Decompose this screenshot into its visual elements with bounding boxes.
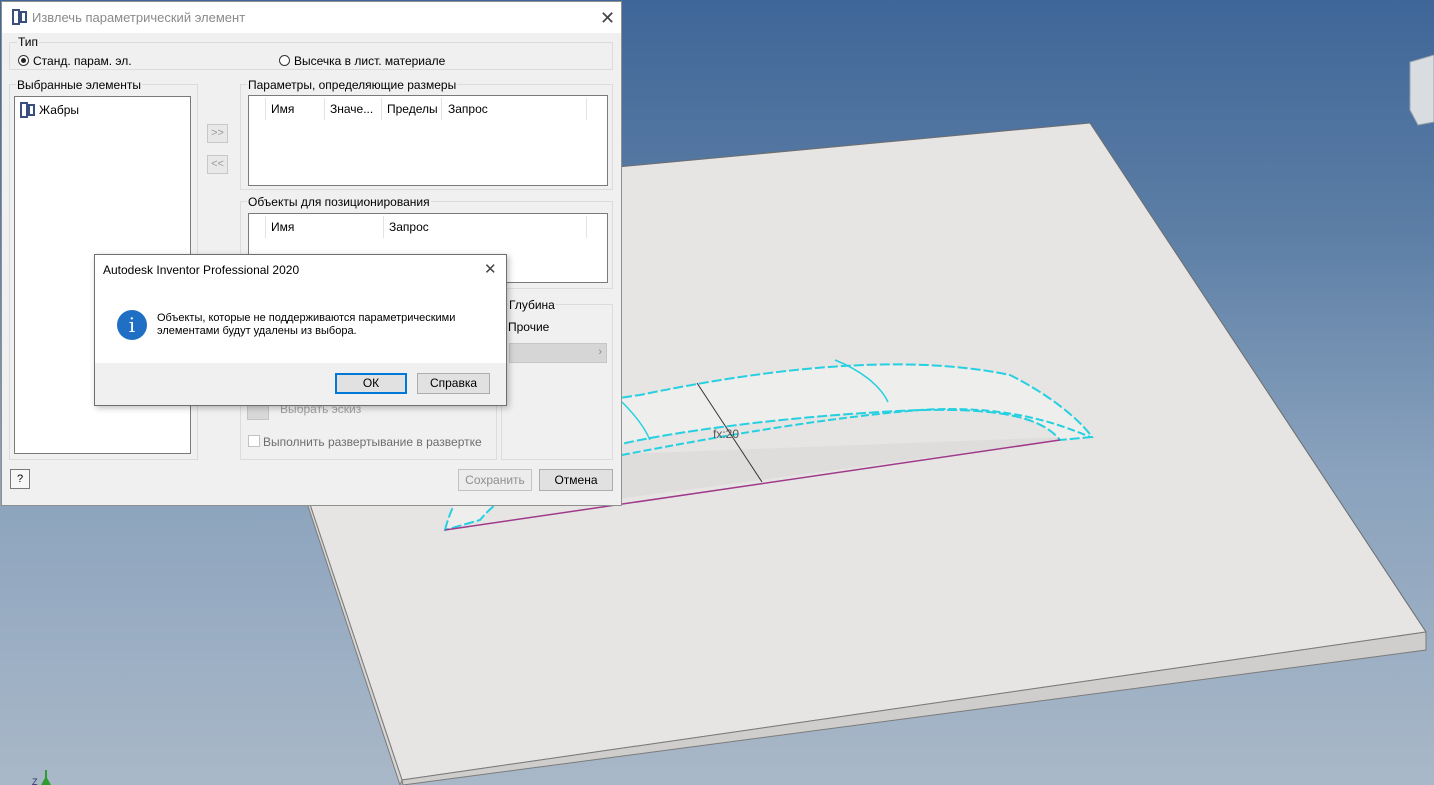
radio-punch[interactable]	[279, 55, 290, 66]
message-box-title: Autodesk Inventor Professional 2020	[103, 263, 300, 277]
message-line-2: элементами будут удалены из выбора.	[157, 325, 357, 337]
axis-triad-icon	[41, 776, 51, 785]
depth-select[interactable]: ›	[509, 343, 607, 363]
positioning-label: Объекты для позиционирования	[247, 195, 431, 209]
unfold-checkbox[interactable]	[248, 435, 260, 447]
column-separator	[383, 216, 384, 238]
radio-standard-label[interactable]: Станд. парам. эл.	[33, 54, 132, 68]
dimension-label[interactable]: fx:20	[713, 427, 739, 441]
cancel-button[interactable]: Отмена	[539, 469, 613, 491]
view-cube[interactable]	[1409, 54, 1434, 126]
ok-button[interactable]: ОК	[335, 373, 407, 394]
column-header-prompt[interactable]: Запрос	[448, 102, 488, 116]
column-separator	[586, 98, 587, 120]
message-box: Autodesk Inventor Professional 2020 ✕ i …	[94, 254, 507, 406]
list-item-label: Жабры	[39, 103, 80, 117]
column-header-prompt[interactable]: Запрос	[389, 220, 429, 234]
dialog-close-icon[interactable]: ✕	[600, 9, 615, 27]
column-separator	[324, 98, 325, 120]
radio-punch-label[interactable]: Высечка в лист. материале	[294, 54, 445, 68]
column-header-limits[interactable]: Пределы	[387, 102, 438, 116]
message-line-1: Объекты, которые не поддерживаются парам…	[157, 312, 456, 324]
column-header-name[interactable]: Имя	[271, 102, 294, 116]
column-separator	[265, 98, 266, 120]
selected-elements-label: Выбранные элементы	[16, 78, 142, 92]
column-separator	[265, 216, 266, 238]
column-header-value[interactable]: Значе...	[330, 102, 373, 116]
help-dialog-button[interactable]: Справка	[417, 373, 490, 394]
info-icon: i	[117, 310, 147, 340]
louver-feature-icon	[20, 102, 36, 121]
column-separator	[586, 216, 587, 238]
axis-z-label: Z	[32, 777, 38, 785]
size-params-table[interactable]: Имя Значе... Пределы Запрос	[248, 95, 608, 186]
column-separator	[441, 98, 442, 120]
column-header-name[interactable]: Имя	[271, 220, 294, 234]
message-box-close-icon[interactable]: ✕	[484, 261, 497, 279]
move-right-button[interactable]: >>	[207, 124, 228, 143]
help-button[interactable]: ?	[10, 469, 30, 489]
dialog-app-icon	[12, 9, 28, 28]
size-params-label: Параметры, определяющие размеры	[247, 78, 458, 92]
depth-value: Прочие	[508, 320, 550, 334]
dialog-title: Извлечь параметрический элемент	[32, 10, 246, 25]
help-icon: ?	[16, 473, 24, 485]
message-box-footer: ОК Справка	[95, 363, 506, 405]
unfold-checkbox-label[interactable]: Выполнить развертывание в развертке	[263, 435, 482, 449]
dialog-titlebar[interactable]: Извлечь параметрический элемент ✕	[2, 2, 621, 33]
depth-label: Глубина	[508, 298, 556, 312]
chevron-right-icon: ›	[598, 346, 602, 358]
column-separator	[381, 98, 382, 120]
save-button[interactable]: Сохранить	[458, 469, 532, 491]
type-group-label: Тип	[17, 35, 40, 49]
move-left-button[interactable]: <<	[207, 155, 228, 174]
radio-standard[interactable]	[18, 55, 29, 66]
